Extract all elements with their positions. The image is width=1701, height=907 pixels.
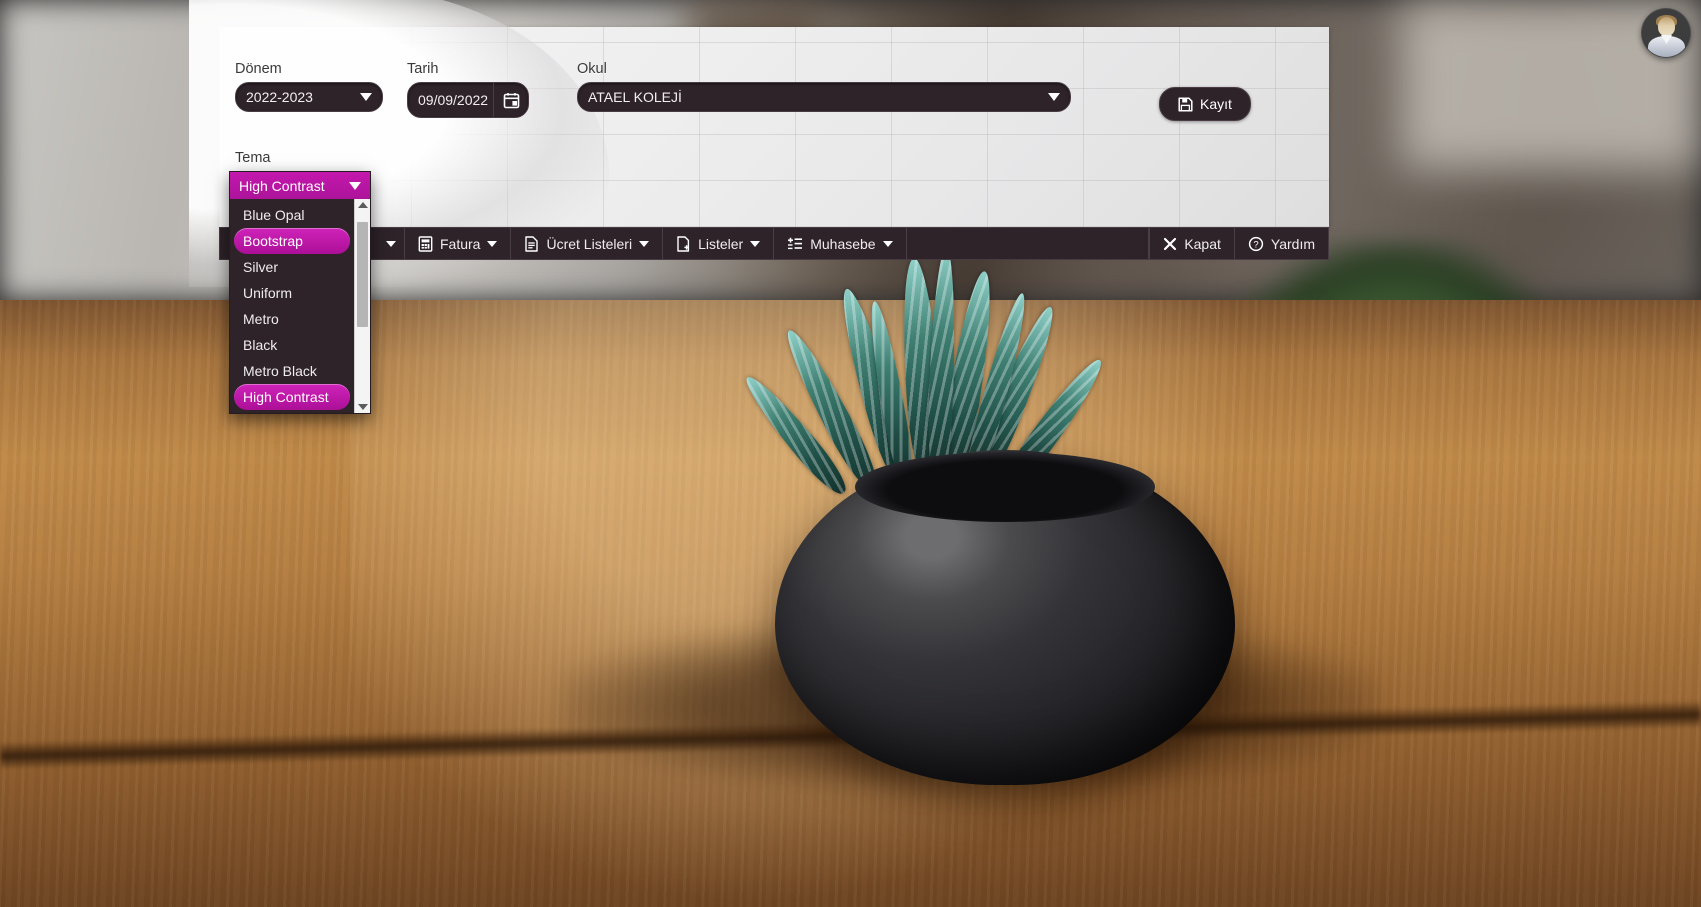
save-button-label: Kayıt	[1200, 96, 1232, 112]
label-tema: Tema	[235, 150, 271, 166]
user-avatar[interactable]	[1641, 8, 1691, 58]
toolbar-item-yardim[interactable]: ? Yardım	[1233, 228, 1328, 259]
toolbar-item-label: Muhasebe	[810, 235, 876, 252]
document-add-icon	[676, 235, 691, 252]
wallpaper-pot-rim	[855, 452, 1155, 522]
toolbar-right-group: Kapat ? Yardım	[1149, 228, 1328, 259]
tarih-value: 09/09/2022	[418, 92, 489, 108]
field-okul: Okul ATAEL KOLEJİ	[577, 61, 1071, 112]
toolbar-item-label: Fatura	[440, 235, 481, 252]
okul-value: ATAEL KOLEJİ	[588, 89, 682, 105]
toolbar-item-label: Ücret Listeleri	[546, 235, 633, 252]
label-okul: Okul	[577, 61, 607, 77]
main-toolbar: Fatura Ücret Listeleri Listeler Muhasebe…	[219, 227, 1329, 260]
avatar-head	[1658, 17, 1675, 36]
chevron-down-icon	[750, 240, 761, 247]
theme-dropdown: High Contrast Blue Opal Bootstrap Silver…	[229, 171, 371, 414]
application-window: Dönem 2022-2023 Tarih 09/09/2022 Okul AT…	[189, 0, 1329, 414]
chevron-down-icon	[639, 240, 650, 247]
svg-text:?: ?	[1253, 239, 1258, 250]
tarih-date-input[interactable]: 09/09/2022	[407, 82, 529, 118]
label-tarih: Tarih	[407, 61, 439, 77]
ledger-icon	[787, 237, 803, 251]
toolbar-item-label: Kapat	[1184, 235, 1221, 252]
toolbar-item-label: Listeler	[698, 235, 744, 252]
theme-option-silver[interactable]: Silver	[234, 254, 350, 280]
save-button[interactable]: Kayıt	[1159, 87, 1251, 121]
scrollbar-thumb[interactable]	[357, 222, 368, 327]
field-tarih: Tarih 09/09/2022	[407, 61, 529, 118]
question-circle-icon: ?	[1248, 236, 1264, 252]
theme-option-high-contrast[interactable]: High Contrast	[234, 384, 350, 410]
invoice-icon	[418, 235, 433, 252]
toolbar-item-ucret-listeleri[interactable]: Ücret Listeleri	[511, 228, 664, 259]
field-tema: Tema	[235, 150, 375, 171]
chevron-down-icon	[386, 240, 396, 247]
toolbar-item-kapat[interactable]: Kapat	[1149, 228, 1234, 259]
chevron-down-icon	[882, 240, 893, 247]
theme-option-container: Blue Opal Bootstrap Silver Uniform Metro…	[230, 199, 354, 413]
toolbar-item-listeler[interactable]: Listeler	[663, 228, 775, 259]
scrollbar-track[interactable]	[355, 208, 370, 404]
document-list-icon	[524, 235, 539, 252]
chevron-down-icon	[360, 93, 372, 101]
theme-dropdown-trigger[interactable]: High Contrast	[230, 172, 370, 199]
toolbar-item-muhasebe[interactable]: Muhasebe	[774, 228, 907, 259]
theme-option-uniform[interactable]: Uniform	[234, 280, 350, 306]
theme-dropdown-list: Blue Opal Bootstrap Silver Uniform Metro…	[230, 199, 370, 413]
save-floppy-icon	[1178, 96, 1193, 112]
calendar-icon[interactable]	[493, 83, 528, 117]
donem-select[interactable]: 2022-2023	[235, 82, 383, 112]
toolbar-item-fatura[interactable]: Fatura	[405, 228, 512, 259]
chevron-down-icon	[1048, 93, 1060, 101]
theme-dropdown-scrollbar[interactable]	[354, 199, 370, 413]
theme-option-black[interactable]: Black	[234, 332, 350, 358]
theme-option-bootstrap[interactable]: Bootstrap	[234, 228, 350, 254]
theme-option-metro-black[interactable]: Metro Black	[234, 358, 350, 384]
toolbar-spacer	[907, 228, 1150, 259]
close-x-icon	[1163, 237, 1177, 251]
field-donem: Dönem 2022-2023	[235, 61, 383, 112]
toolbar-item-label: Yardım	[1270, 235, 1315, 252]
filter-panel	[189, 0, 1329, 287]
chevron-down-icon	[349, 181, 361, 190]
theme-option-metro[interactable]: Metro	[234, 306, 350, 332]
theme-dropdown-selected-value: High Contrast	[239, 177, 325, 194]
chevron-down-icon	[487, 240, 498, 247]
label-donem: Dönem	[235, 61, 282, 77]
donem-value: 2022-2023	[246, 89, 313, 105]
theme-option-blue-opal[interactable]: Blue Opal	[234, 202, 350, 228]
okul-select[interactable]: ATAEL KOLEJİ	[577, 82, 1071, 112]
scroll-down-arrow-icon[interactable]	[357, 404, 368, 410]
